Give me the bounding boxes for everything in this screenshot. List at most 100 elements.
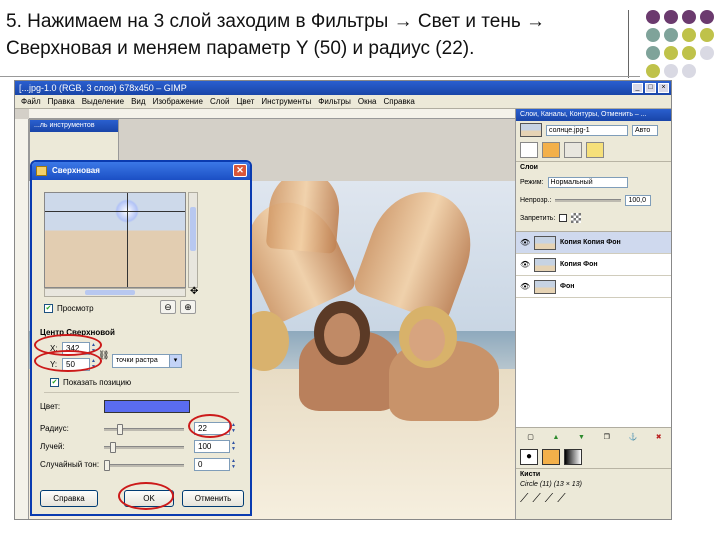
radius-slider-track[interactable] [104,428,184,431]
brushes-section-label: Кисти [516,468,671,480]
gradient-tab-icon[interactable] [564,449,582,465]
minimize-button[interactable]: _ [632,83,643,93]
menu-item-4[interactable]: Изображение [153,95,203,108]
new-layer-icon[interactable]: ▢ [527,433,534,441]
menu-item-0[interactable]: Файл [21,95,41,108]
dialog-title: Сверхновая [52,166,100,175]
menu-item-1[interactable]: Правка [48,95,75,108]
title-divider-horizontal [0,76,640,77]
spokes-slider-knob[interactable] [109,442,116,453]
eye-icon[interactable]: 👁 [520,282,530,291]
decor-dot [646,28,660,42]
preview-area[interactable] [44,192,186,288]
anchor-layer-icon[interactable]: ⚓ [628,433,637,441]
layer-row[interactable]: 👁 Фон [516,276,671,298]
opacity-slider[interactable] [555,198,622,202]
image-selector-row: солнце.jpg-1 Авто [516,121,671,139]
slide-title-line-2: Сверхновая и меняем параметр Y (50) и ра… [6,38,475,59]
layers-tab-icon[interactable] [520,142,538,158]
layer-thumbnail [534,279,556,294]
undo-tab-icon[interactable] [586,142,604,158]
menu-item-2[interactable]: Выделение [82,95,124,108]
layer-name: Фон [560,283,575,290]
menu-item-10[interactable]: Справка [383,95,414,108]
duplicate-layer-icon[interactable]: ❐ [604,433,610,441]
preview-crosshair-vertical [127,193,128,287]
color-swatch-button[interactable] [104,400,190,413]
layer-row[interactable]: 👁 Копия Фон [516,254,671,276]
preview-vertical-scrollbar[interactable] [188,192,198,288]
help-button[interactable]: Справка [40,490,98,507]
decor-dot [700,28,714,42]
opacity-row: Непрозр.: 100,0 [516,191,671,209]
raise-layer-icon[interactable]: ▲ [553,434,560,441]
preview-horizontal-scrollbar[interactable] [44,288,186,297]
mode-row: Режим: Нормальный [516,173,671,191]
layer-name: Копия Копия Фон [560,239,621,246]
mermaid-face-2 [409,319,445,361]
menu-item-5[interactable]: Слой [210,95,229,108]
lock-alpha-checkbox[interactable] [559,214,568,222]
menu-item-6[interactable]: Цвет [236,95,254,108]
decor-dot [664,28,678,42]
pattern-tab-icon[interactable] [542,449,560,465]
random-hue-slider-track[interactable] [104,464,184,467]
random-hue-input[interactable]: 0 [194,458,230,471]
highlight-y-field [34,350,102,372]
decor-dot [664,64,678,78]
brush-name: Circle (11) (13 × 13) [520,481,582,488]
decor-dot [646,64,660,78]
decor-dot [682,10,696,24]
layer-row[interactable]: 👁 Копия Копия Фон [516,232,671,254]
image-selector[interactable]: солнце.jpg-1 [546,124,628,136]
decor-dot [700,46,714,60]
menu-item-8[interactable]: Фильтры [318,95,351,108]
lock-label: Запретить: [520,214,556,222]
mode-select[interactable]: Нормальный [547,176,628,188]
zoom-in-icon[interactable]: ⊕ [180,300,196,314]
lower-layer-icon[interactable]: ▼ [578,434,585,441]
zoom-out-icon[interactable]: ⊖ [160,300,176,314]
layers-list-empty-area [516,298,671,428]
chevron-down-icon: ▾ [169,355,181,367]
maximize-button[interactable]: □ [645,83,656,93]
close-window-button[interactable]: × [658,83,669,93]
preview-checkbox-label: Просмотр [57,304,94,313]
dialog-close-icon[interactable]: ✕ [233,164,247,177]
spokes-spin-arrows[interactable]: ▲ ▼ [230,440,237,453]
random-hue-spin-arrows[interactable]: ▲ ▼ [230,458,237,471]
supernova-icon [36,166,47,176]
spokes-input[interactable]: 100 [194,440,230,453]
channels-tab-icon[interactable] [542,142,560,158]
menu-item-3[interactable]: Вид [131,95,145,108]
brush-tab-icon[interactable]: ● [520,449,538,465]
section-divider [44,392,239,393]
eye-icon[interactable]: 👁 [520,238,530,247]
random-hue-slider-knob[interactable] [104,460,110,471]
menu-item-9[interactable]: Окна [358,95,377,108]
layer-name: Копия Фон [560,261,598,268]
brush-tabs: ● [516,446,671,468]
show-position-checkbox[interactable]: ✔ [50,378,59,387]
decor-dot [700,10,714,24]
preview-checkbox[interactable]: ✔ [44,304,53,313]
slide-title: 5. Нажимаем на 3 слой заходим в Фильтры … [6,8,646,62]
units-select[interactable]: точки растра ▾ [112,354,182,368]
horizontal-ruler [29,109,515,119]
spokes-slider-track[interactable] [104,446,184,449]
cancel-button[interactable]: Отменить [182,490,244,507]
delete-layer-icon[interactable]: ✖ [656,433,662,441]
paths-tab-icon[interactable] [564,142,582,158]
image-thumbnail [520,123,542,137]
opacity-value[interactable]: 100,0 [625,194,652,206]
menu-item-7[interactable]: Инструменты [261,95,311,108]
show-position-label: Показать позицию [63,378,132,387]
layers-dock: Слои, Каналы, Контуры, Отменить – ... со… [515,109,671,519]
units-select-value: точки растра [116,357,158,364]
navigate-icon[interactable]: ✥ [190,286,198,297]
radius-slider-knob[interactable] [117,424,124,435]
eye-icon[interactable]: 👁 [520,260,530,269]
auto-button[interactable]: Авто [632,124,658,136]
slide-title-line-1: 5. Нажимаем на 3 слой заходим в Фильтры … [6,11,546,32]
mermaid-tail-3 [265,181,343,254]
